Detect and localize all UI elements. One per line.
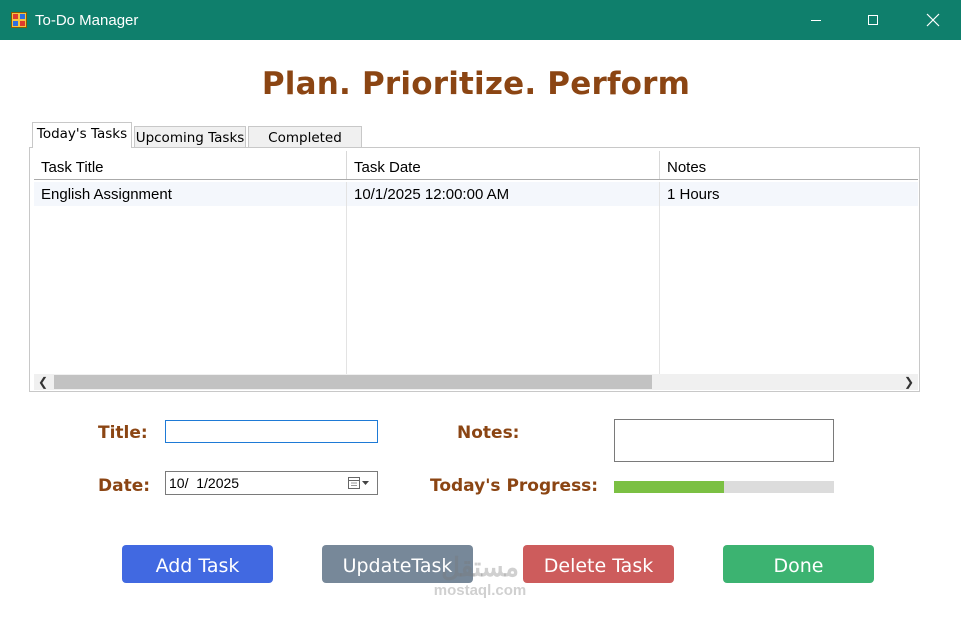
column-header-task-title[interactable]: Task Title	[34, 151, 347, 179]
cell-empty[interactable]	[347, 302, 660, 326]
column-header-notes[interactable]: Notes	[660, 151, 918, 179]
scrollbar-thumb[interactable]	[54, 375, 652, 389]
cell-empty[interactable]	[34, 230, 347, 254]
table-row-empty[interactable]	[34, 278, 918, 303]
cell-empty[interactable]	[660, 326, 918, 350]
cell-empty[interactable]	[34, 302, 347, 326]
scroll-left-icon[interactable]: ❮	[34, 374, 52, 390]
cell-empty[interactable]	[660, 278, 918, 302]
table-row-empty[interactable]	[34, 302, 918, 327]
date-picker[interactable]: 10/ 1/2025	[165, 471, 378, 495]
horizontal-scrollbar[interactable]: ❮ ❯	[34, 374, 918, 390]
cell-empty[interactable]	[347, 230, 660, 254]
notes-input[interactable]	[614, 419, 834, 462]
app-icon	[11, 12, 27, 28]
cell-empty[interactable]	[660, 302, 918, 326]
close-icon	[926, 13, 940, 27]
title-label: Title:	[98, 423, 148, 443]
cell-empty[interactable]	[660, 206, 918, 230]
cell-empty[interactable]	[660, 254, 918, 278]
tasks-grid[interactable]: Task Title Task Date Notes English Assig…	[29, 147, 920, 392]
title-bar: To-Do Manager	[0, 0, 961, 40]
cell-empty[interactable]	[347, 350, 660, 374]
maximize-button[interactable]	[850, 0, 896, 40]
window-title: To-Do Manager	[35, 12, 139, 29]
done-button[interactable]: Done	[723, 545, 874, 583]
maximize-icon	[868, 15, 878, 25]
cell-task-title[interactable]: English Assignment	[34, 182, 347, 206]
cell-empty[interactable]	[347, 326, 660, 350]
cell-empty[interactable]	[347, 278, 660, 302]
notes-label: Notes:	[457, 423, 520, 443]
grid-header: Task Title Task Date Notes	[34, 151, 918, 180]
update-task-button[interactable]: UpdateTask	[322, 545, 473, 583]
scroll-right-icon[interactable]: ❯	[900, 374, 918, 390]
add-task-button[interactable]: Add Task	[122, 545, 273, 583]
cell-notes[interactable]: 1 Hours	[660, 182, 918, 206]
progress-label: Today's Progress:	[430, 476, 599, 496]
title-input[interactable]	[165, 420, 378, 443]
cell-task-date[interactable]: 10/1/2025 12:00:00 AM	[347, 182, 660, 206]
calendar-dropdown-icon[interactable]	[346, 475, 374, 491]
column-header-task-date[interactable]: Task Date	[347, 151, 660, 179]
cell-empty[interactable]	[660, 350, 918, 374]
watermark-latin: mostaql.com	[433, 582, 527, 599]
cell-empty[interactable]	[660, 230, 918, 254]
date-label: Date:	[98, 476, 151, 496]
cell-empty[interactable]	[34, 326, 347, 350]
delete-task-button[interactable]: Delete Task	[523, 545, 674, 583]
cell-empty[interactable]	[34, 350, 347, 374]
page-heading: Plan. Prioritize. Perform	[261, 66, 691, 102]
table-row-empty[interactable]	[34, 254, 918, 279]
table-row-empty[interactable]	[34, 206, 918, 231]
cell-empty[interactable]	[34, 278, 347, 302]
cell-empty[interactable]	[34, 254, 347, 278]
tab-completed-tasks[interactable]: Completed Tasks	[248, 126, 362, 168]
date-value[interactable]: 10/ 1/2025	[169, 475, 239, 491]
minimize-icon	[811, 20, 821, 21]
tab-upcoming-tasks[interactable]: Upcoming Tasks	[134, 126, 246, 148]
cell-empty[interactable]	[34, 206, 347, 230]
cell-empty[interactable]	[347, 254, 660, 278]
table-row-empty[interactable]	[34, 350, 918, 375]
progress-fill	[614, 481, 724, 493]
minimize-button[interactable]	[793, 0, 839, 40]
close-button[interactable]	[910, 0, 956, 40]
table-row-empty[interactable]	[34, 230, 918, 255]
table-row[interactable]: English Assignment 10/1/2025 12:00:00 AM…	[34, 182, 918, 207]
todays-progress-bar	[614, 481, 834, 493]
table-row-empty[interactable]	[34, 326, 918, 351]
tab-todays-tasks[interactable]: Today's Tasks	[32, 122, 132, 148]
cell-empty[interactable]	[347, 206, 660, 230]
